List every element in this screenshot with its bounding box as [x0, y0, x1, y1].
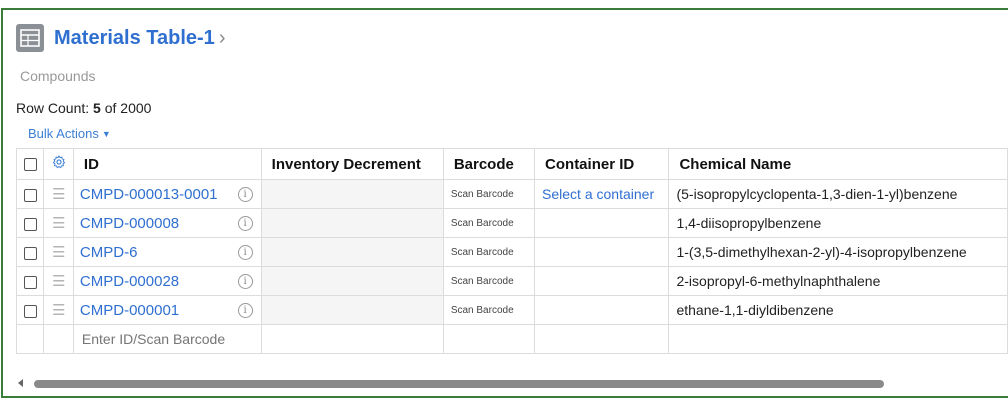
- table-row: ☰ CMPD-000013-0001 i Scan Barcode Select …: [15, 179, 1008, 209]
- header: Materials Table-1 ›: [16, 24, 225, 52]
- row-count: Row Count: 5 of 2000: [16, 100, 151, 116]
- info-icon[interactable]: i: [237, 245, 253, 260]
- header-row: ID Inventory Decrement Barcode Container…: [15, 148, 1008, 180]
- drag-handle-icon[interactable]: ☰: [52, 215, 65, 232]
- col-inventory-decrement[interactable]: Inventory Decrement: [260, 148, 444, 180]
- col-chemical-name[interactable]: Chemical Name: [668, 148, 1008, 180]
- gear-icon[interactable]: [52, 155, 66, 169]
- page-subtitle: Compounds: [20, 68, 96, 84]
- container-cell[interactable]: [534, 295, 670, 325]
- table-row: ☰ CMPD-000008 i Scan Barcode 1,4-diisopro…: [15, 208, 1008, 238]
- scroll-left-arrow-icon[interactable]: [18, 379, 23, 387]
- table-row: ☰ CMPD-6 i Scan Barcode 1-(3,5-dimethylhe…: [15, 237, 1008, 267]
- settings-cell[interactable]: [43, 148, 74, 180]
- id-entry-input[interactable]: [79, 330, 254, 348]
- info-icon[interactable]: i: [237, 187, 253, 202]
- col-container-id[interactable]: Container ID: [534, 148, 670, 180]
- info-icon[interactable]: i: [237, 303, 253, 318]
- inventory-cell[interactable]: [260, 295, 444, 325]
- row-checkbox[interactable]: [23, 304, 37, 318]
- page-title[interactable]: Materials Table-1: [54, 27, 215, 50]
- container-select[interactable]: Select a container: [534, 179, 670, 209]
- col-barcode[interactable]: Barcode: [442, 148, 536, 180]
- drag-handle-icon[interactable]: ☰: [52, 244, 65, 261]
- row-count-suffix: of 2000: [100, 100, 152, 116]
- container-cell[interactable]: [534, 208, 670, 238]
- select-all-checkbox[interactable]: [23, 158, 37, 172]
- chemical-name-cell: (5-isopropylcyclopenta-1,3-dien-1-yl)ben…: [668, 179, 1008, 209]
- inventory-cell[interactable]: [260, 266, 444, 296]
- inventory-cell[interactable]: [260, 237, 444, 267]
- drag-handle-icon[interactable]: ☰: [52, 302, 65, 319]
- chemical-name-cell: ethane-1,1-diyldibenzene: [668, 295, 1008, 325]
- chemical-name-cell: 1,4-diisopropylbenzene: [668, 208, 1008, 238]
- materials-grid: ID Inventory Decrement Barcode Container…: [15, 148, 1008, 354]
- container-cell[interactable]: [534, 266, 670, 296]
- chemical-name-cell: 2-isopropyl-6-methylnaphthalene: [668, 266, 1008, 296]
- drag-handle-icon[interactable]: ☰: [52, 186, 65, 203]
- chemical-name-cell: 1-(3,5-dimethylhexan-2-yl)-4-isopropylbe…: [668, 237, 1008, 267]
- entry-row: [15, 324, 1008, 354]
- drag-handle-icon[interactable]: ☰: [52, 273, 65, 290]
- table-icon: [16, 24, 44, 52]
- barcode-cell[interactable]: Scan Barcode: [442, 208, 536, 238]
- table-row: ☰ CMPD-000028 i Scan Barcode 2-isopropyl-…: [15, 266, 1008, 296]
- table-row: ☰ CMPD-000001 i Scan Barcode ethane-1,1-d…: [15, 295, 1008, 325]
- compound-id-link[interactable]: CMPD-000001: [80, 302, 179, 319]
- caret-down-icon: ▼: [101, 129, 111, 139]
- compound-id-link[interactable]: CMPD-000013-0001: [80, 186, 218, 203]
- scrollbar-thumb[interactable]: [34, 380, 884, 388]
- row-checkbox[interactable]: [23, 188, 37, 202]
- info-icon[interactable]: i: [237, 274, 253, 289]
- select-all-cell[interactable]: [15, 148, 45, 180]
- barcode-cell[interactable]: Scan Barcode: [442, 237, 536, 267]
- info-icon[interactable]: i: [237, 216, 253, 231]
- inventory-cell[interactable]: [260, 208, 444, 238]
- bulk-actions-label: Bulk Actions: [28, 126, 99, 141]
- row-count-value: 5: [93, 100, 101, 116]
- compound-id-link[interactable]: CMPD-000008: [80, 215, 179, 232]
- row-checkbox[interactable]: [23, 275, 37, 289]
- compound-id-link[interactable]: CMPD-000028: [80, 273, 179, 290]
- inventory-cell[interactable]: [260, 179, 444, 209]
- row-count-label: Row Count:: [16, 100, 94, 116]
- col-id[interactable]: ID: [72, 148, 262, 180]
- row-checkbox[interactable]: [23, 246, 37, 260]
- bulk-actions-button[interactable]: Bulk Actions ▼: [28, 126, 111, 141]
- row-checkbox[interactable]: [23, 217, 37, 231]
- barcode-cell[interactable]: Scan Barcode: [442, 179, 536, 209]
- horizontal-scrollbar[interactable]: [16, 376, 1008, 390]
- barcode-cell[interactable]: Scan Barcode: [442, 266, 536, 296]
- container-cell[interactable]: [534, 237, 670, 267]
- compound-id-link[interactable]: CMPD-6: [80, 244, 138, 261]
- barcode-cell[interactable]: Scan Barcode: [442, 295, 536, 325]
- chevron-right-icon[interactable]: ›: [219, 27, 226, 50]
